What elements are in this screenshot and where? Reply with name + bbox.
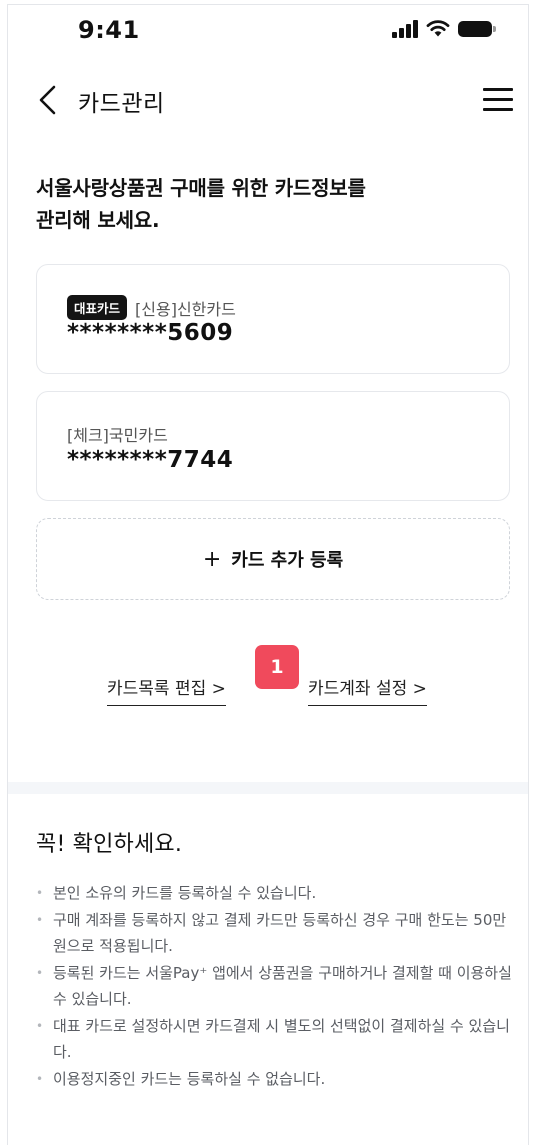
battery-tip [493,26,496,32]
add-card-label: 카드 추가 등록 [231,550,344,571]
card-number: ********5609 [67,320,234,346]
card-item-shinhan[interactable]: 대표카드 [신용]신한카드 ********5609 [36,264,510,374]
page-title: 카드관리 [78,91,165,117]
card-account-settings-link[interactable]: 카드계좌 설정 > [308,674,427,706]
notice-item: 본인 소유의 카드를 등록하실 수 있습니다. [36,880,516,907]
section-divider [8,782,528,794]
card-header: 대표카드 [신용]신한카드 [67,295,236,320]
card-name: [신용]신한카드 [135,299,236,319]
battery-icon [458,21,492,37]
notice-item: 등록된 카드는 서울Pay⁺ 앱에서 상품권을 구매하거나 결제할 때 이용하실… [36,960,516,1013]
card-header: [체크]국민카드 [67,422,168,446]
status-icons [392,18,502,42]
intro-line-2: 관리해 보세요. [36,208,160,232]
notice-list: 본인 소유의 카드를 등록하실 수 있습니다. 구매 계좌를 등록하지 않고 결… [36,880,516,1092]
primary-card-badge: 대표카드 [67,295,128,320]
signal-icon [392,20,418,38]
intro-text: 서울사랑상품권 구매를 위한 카드정보를 관리해 보세요. [36,172,366,236]
status-time: 9:41 [78,16,140,44]
notice-item: 이용정지중인 카드는 등록하실 수 없습니다. [36,1066,516,1093]
notice-item: 구매 계좌를 등록하지 않고 결제 카드만 등록하신 경우 구매 한도는 50만… [36,907,516,960]
card-number: ********7744 [67,447,234,473]
notice-title: 꼭! 확인하세요. [36,832,183,857]
step-number-badge: 1 [255,645,299,689]
hamburger-menu-icon[interactable] [483,88,515,112]
add-card-button[interactable]: + 카드 추가 등록 [36,518,510,600]
plus-icon: + [202,546,222,572]
card-item-kookmin[interactable]: [체크]국민카드 ********7744 [36,391,510,501]
intro-line-1: 서울사랑상품권 구매를 위한 카드정보를 [36,176,366,200]
edit-card-list-link[interactable]: 카드목록 편집 > [107,674,226,706]
card-name: [체크]국민카드 [67,426,168,445]
wifi-icon [426,20,450,37]
back-chevron-icon[interactable] [36,84,60,116]
notice-item: 대표 카드로 설정하시면 카드결제 시 별도의 선택없이 결제하실 수 있습니다… [36,1013,516,1066]
